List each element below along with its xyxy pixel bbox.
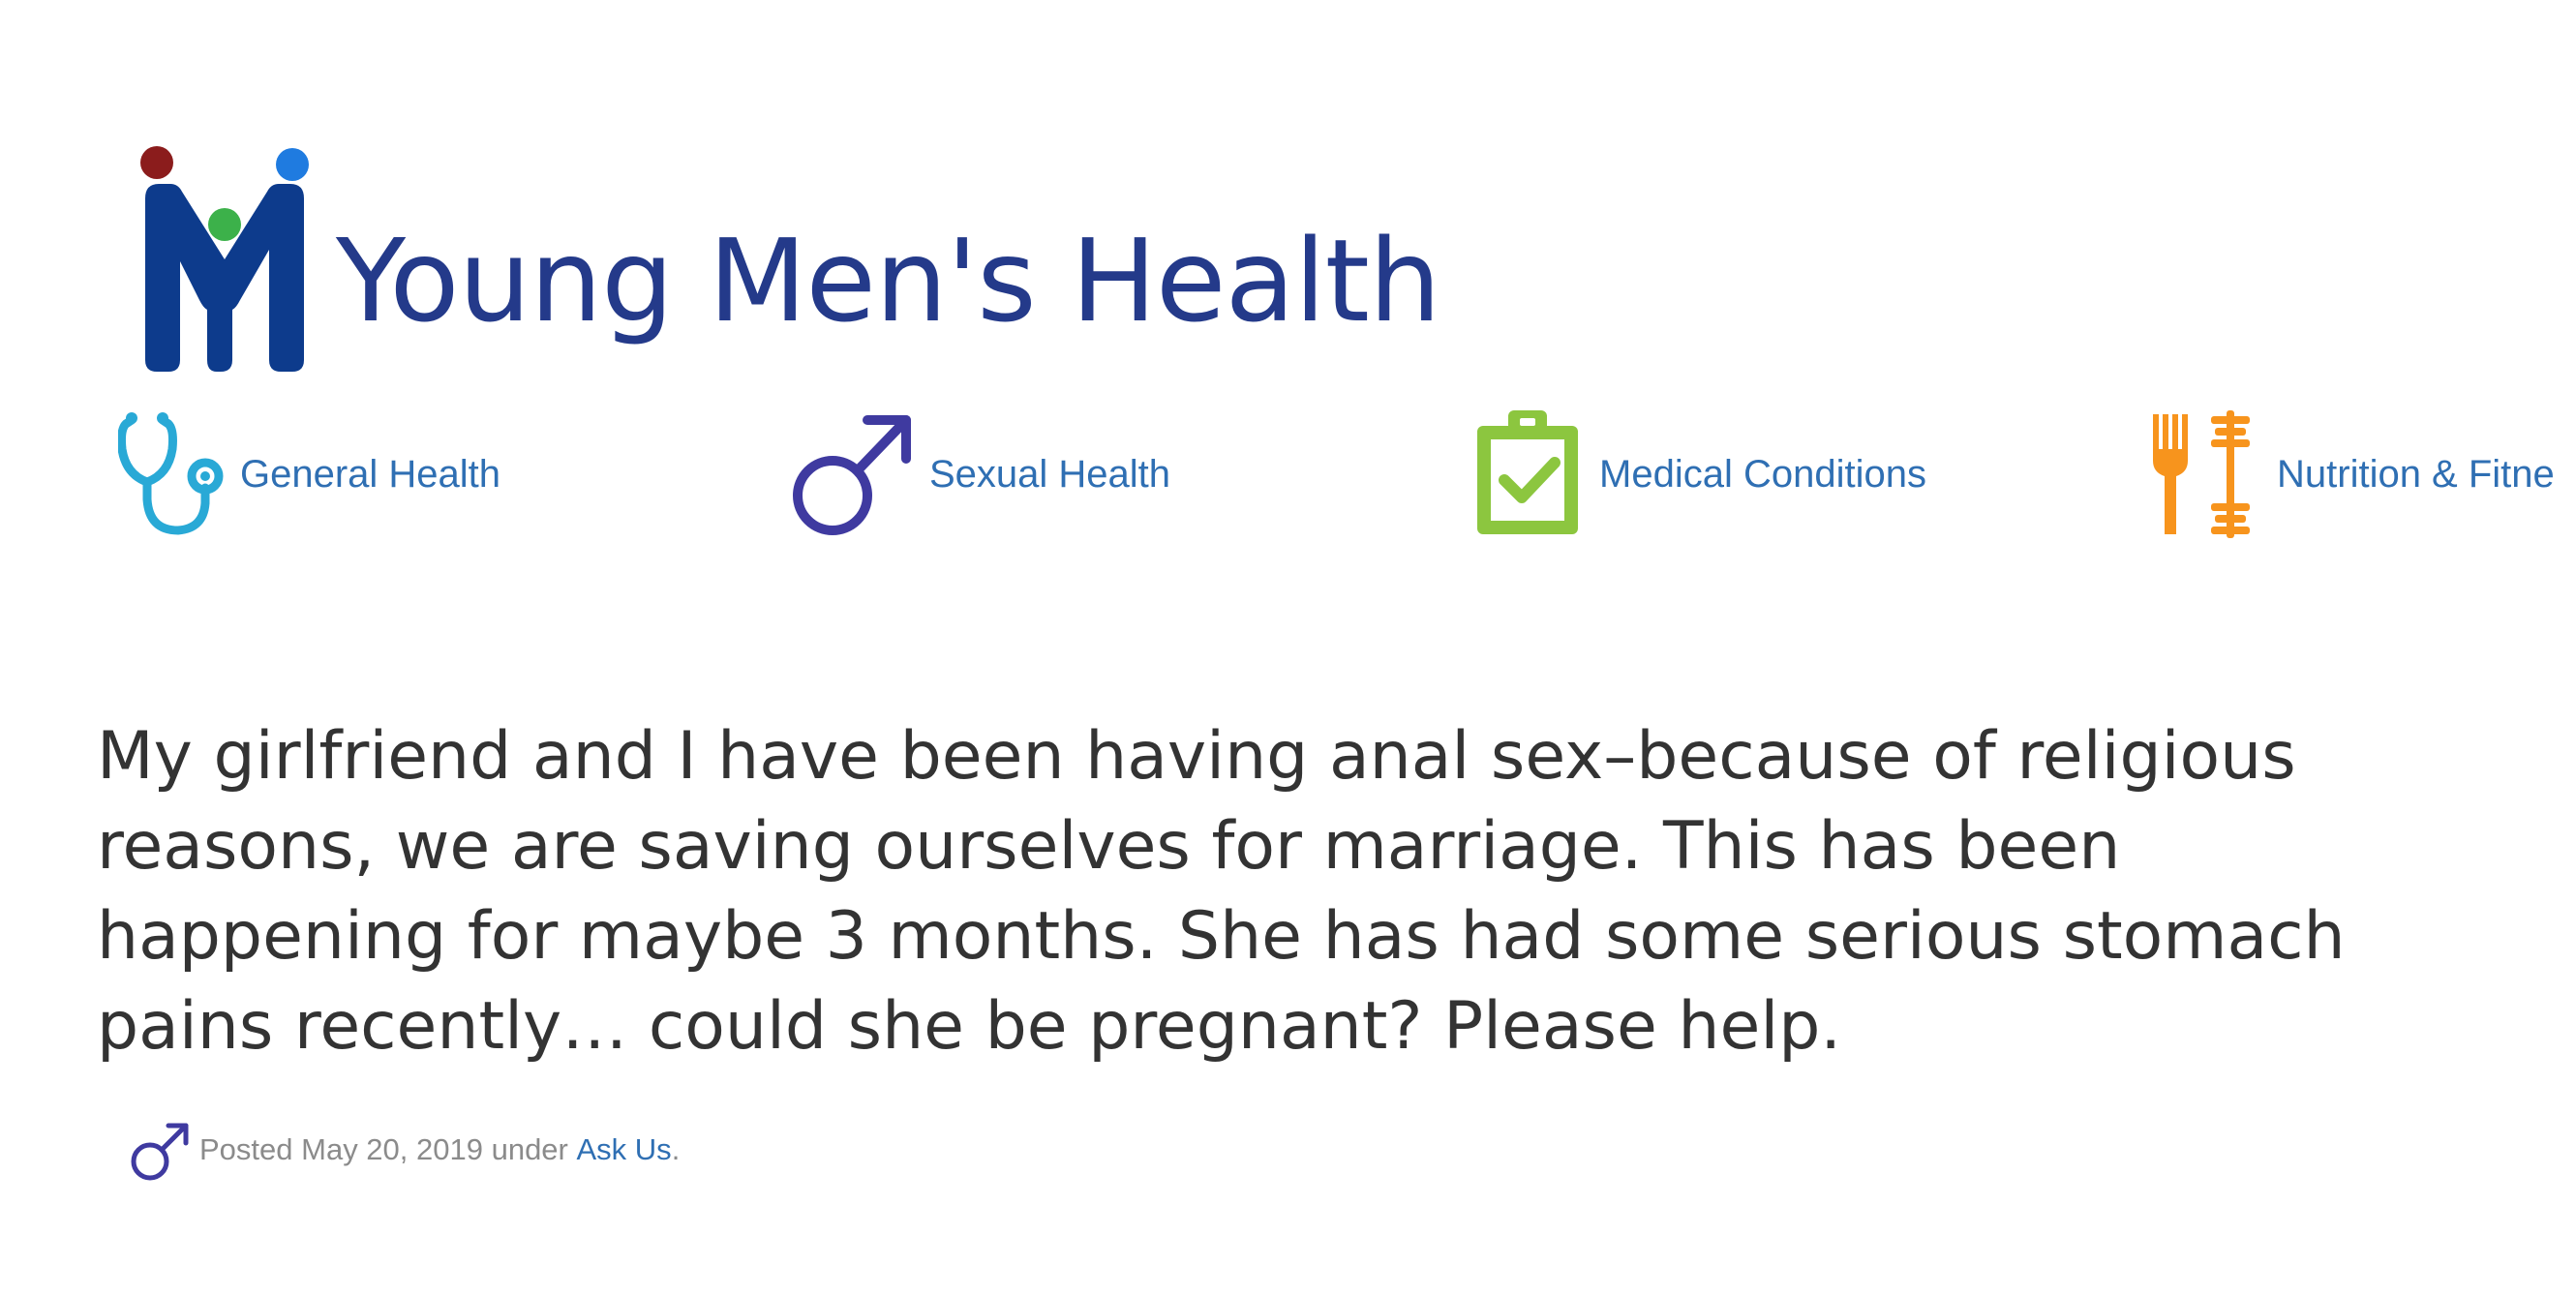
nav-item-sexual-health[interactable]: Sexual Health [786,407,1170,542]
nav-item-general-health[interactable]: General Health [118,407,500,542]
nav-item-nutrition-fitness[interactable]: Nutrition & Fitne [2147,407,2555,542]
category-link-ask-us[interactable]: Ask Us [577,1132,672,1167]
nav-item-label: Sexual Health [929,452,1171,496]
nav-item-label: Medical Conditions [1599,452,1926,496]
fork-dumbbell-icon [2153,410,2250,538]
nav-item-medical-conditions[interactable]: Medical Conditions [1470,407,1926,542]
question-text: My girlfriend and I have been having ana… [97,718,2346,1065]
stethoscope-icon [118,412,224,535]
ymh-logo-icon [140,146,309,372]
site-title: Young Men's Health [336,214,1441,347]
nav-item-label: Nutrition & Fitne [2277,452,2555,496]
male-symbol-icon [131,1123,189,1181]
site-logo-link[interactable]: Young Men's Health [136,145,1441,373]
nav-item-label: General Health [240,452,501,496]
post-meta: Posted May 20, 2019 under Ask Us. [128,1118,680,1182]
category-nav: General Health Sexual Health Medical Con… [0,407,2576,542]
clipboard-check-icon [1477,410,1578,534]
post-meta-prefix: Posted May 20, 2019 under [199,1132,568,1166]
male-symbol-icon [793,415,911,535]
post-meta-suffix: . [671,1132,681,1166]
